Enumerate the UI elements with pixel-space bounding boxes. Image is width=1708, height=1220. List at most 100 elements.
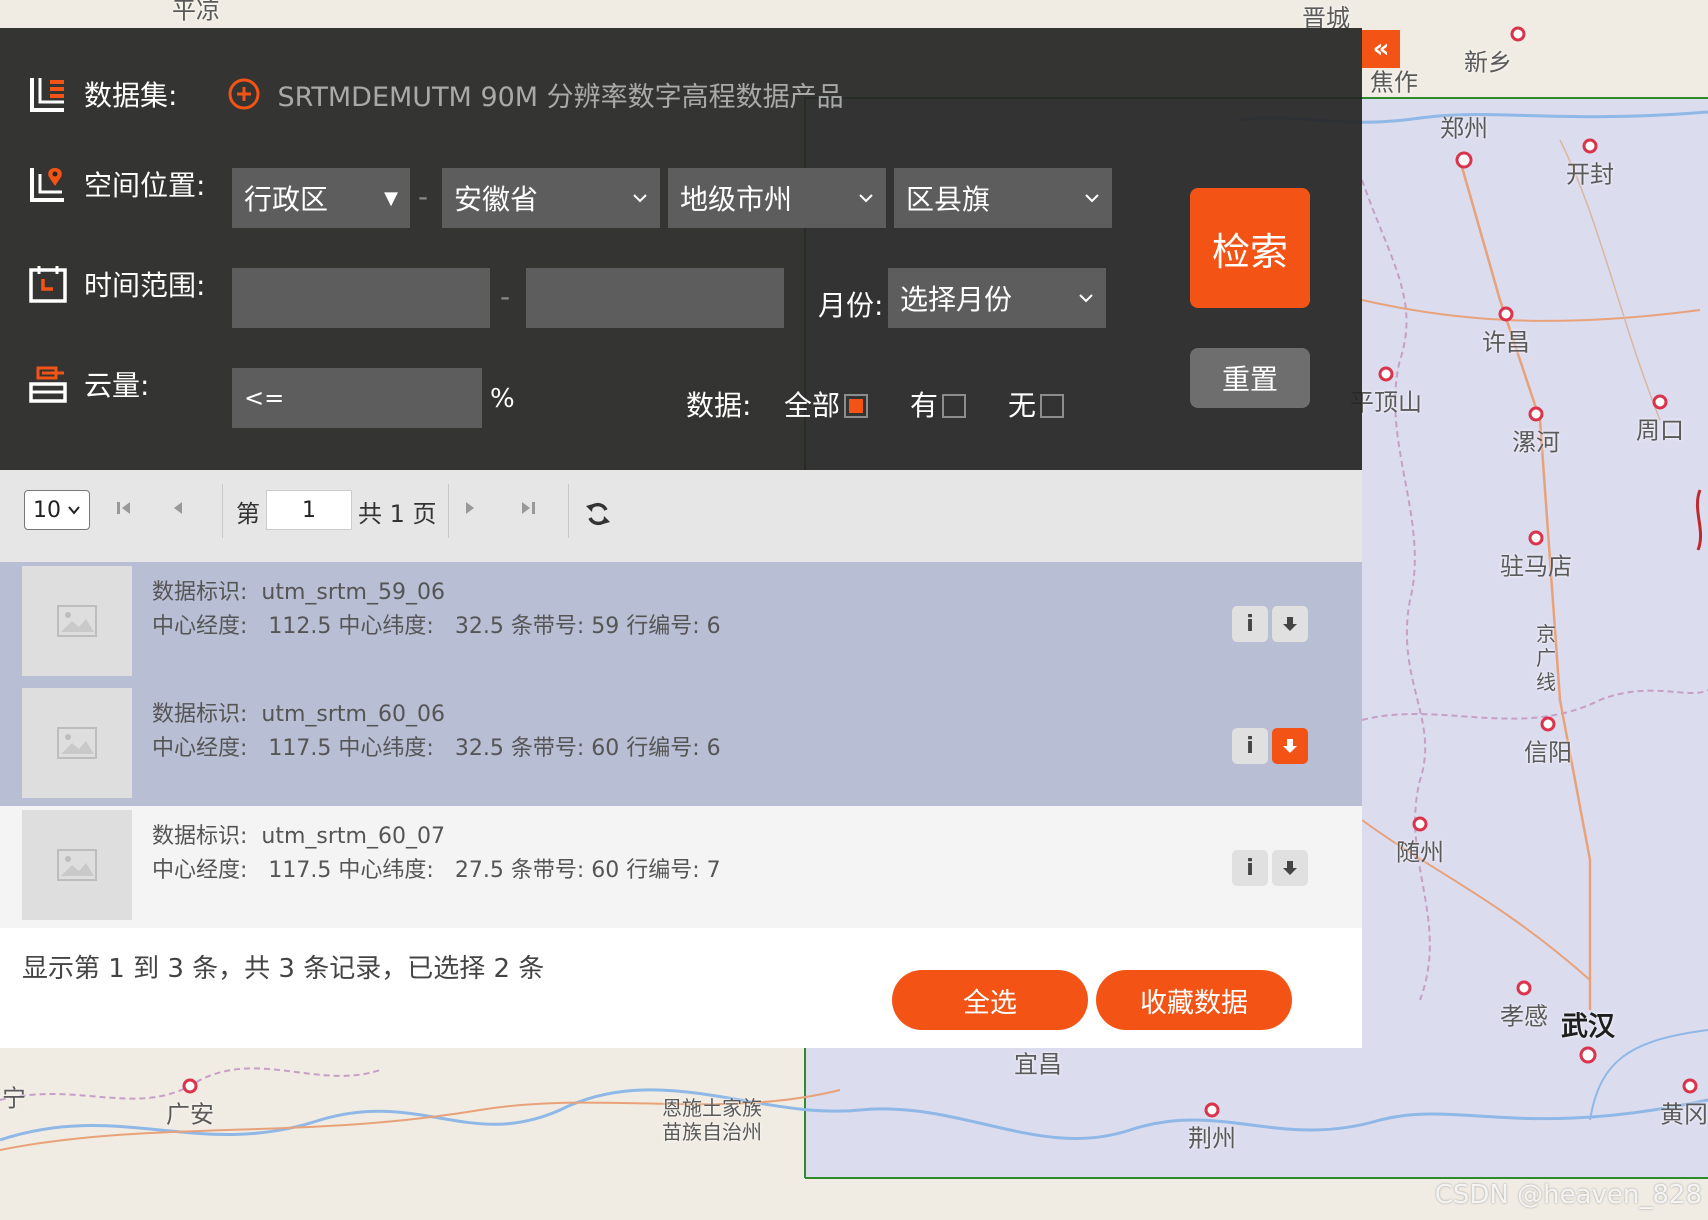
thumbnail	[22, 566, 132, 676]
map-label: 周口	[1636, 416, 1684, 445]
prev-page-icon[interactable]	[168, 498, 188, 518]
label-id: 数据标识:	[152, 702, 248, 727]
map-city-dot	[1412, 816, 1428, 832]
info-button[interactable]: i	[1232, 850, 1268, 886]
result-lon: 117.5	[268, 736, 332, 761]
time-end-input[interactable]	[526, 268, 784, 328]
dash-separator: -	[418, 180, 429, 213]
province-select[interactable]: 安徽省	[442, 168, 660, 228]
toolbar-divider	[568, 484, 569, 538]
label-band: 条带号:	[510, 614, 585, 639]
label-row: 行编号:	[626, 736, 700, 761]
calendar-icon	[29, 266, 67, 303]
cloud-row: 云量:	[28, 362, 149, 406]
info-button[interactable]: i	[1232, 606, 1268, 642]
page-size-select[interactable]: 10	[24, 490, 90, 530]
checkbox-unchecked[interactable]	[1040, 394, 1065, 418]
result-lat: 27.5	[454, 858, 504, 883]
collapse-panel-button[interactable]: «	[1362, 30, 1400, 68]
pagination-toolbar: 10 第 1 共 1 页	[0, 470, 1362, 563]
cloud-input[interactable]: <=	[232, 368, 482, 428]
result-lon: 112.5	[268, 614, 332, 639]
province-value: 安徽省	[454, 183, 539, 216]
data-filter-all-label: 全部	[784, 389, 841, 422]
time-start-input[interactable]	[232, 268, 490, 328]
result-rownum: 6	[706, 614, 721, 639]
download-button[interactable]	[1272, 728, 1308, 764]
info-icon: i	[1246, 855, 1254, 881]
map-label: 开封	[1566, 160, 1614, 189]
map-city-dot	[1528, 530, 1544, 546]
refresh-icon[interactable]	[584, 500, 612, 528]
watermark: CSDN @heaven_828	[1434, 1180, 1702, 1210]
page-number-input[interactable]: 1	[266, 490, 352, 530]
result-rownum: 6	[706, 736, 721, 761]
map-label: 孝感	[1500, 1002, 1548, 1031]
label-lon: 中心经度:	[152, 614, 248, 639]
data-filter-all[interactable]: 全部	[784, 384, 869, 424]
data-filter-have-label: 有	[910, 389, 939, 422]
collapse-icon: «	[1372, 34, 1390, 64]
cloud-unit: %	[490, 384, 515, 414]
download-button[interactable]	[1272, 850, 1308, 886]
result-lat: 32.5	[454, 736, 504, 761]
space-row: 空间位置:	[28, 162, 205, 206]
triangle-down-icon: ▼	[384, 187, 398, 209]
download-icon	[1283, 739, 1297, 753]
collect-data-button[interactable]: 收藏数据	[1096, 970, 1292, 1030]
download-button[interactable]	[1272, 606, 1308, 642]
data-filter-none[interactable]: 无	[1008, 384, 1065, 424]
add-circle-icon[interactable]	[227, 77, 261, 111]
map-city-dot	[1516, 980, 1532, 996]
result-row[interactable]: 数据标识: utm_srtm_60_06 中心经度: 117.5 中心纬度: 32…	[0, 684, 1362, 807]
label-band: 条带号:	[510, 858, 585, 883]
dataset-name[interactable]: SRTMDEMUTM 90M 分辨率数字高程数据产品	[277, 75, 843, 114]
checkbox-unchecked[interactable]	[942, 394, 967, 418]
select-all-button[interactable]: 全选	[892, 970, 1088, 1030]
checkbox-checked[interactable]	[844, 394, 869, 418]
results-status: 显示第 1 到 3 条，共 3 条记录，已选择 2 条	[22, 954, 545, 984]
result-lat: 32.5	[454, 614, 504, 639]
data-filter-have[interactable]: 有	[910, 384, 967, 424]
chevron-down-icon	[1085, 194, 1099, 203]
reset-button[interactable]: 重置	[1190, 348, 1310, 408]
map-label: 漯河	[1512, 428, 1560, 457]
next-page-icon[interactable]	[460, 498, 480, 518]
map-label: 荆州	[1188, 1124, 1236, 1153]
label-lon: 中心经度:	[152, 858, 248, 883]
map-city-dot	[1582, 138, 1598, 154]
month-select[interactable]: 选择月份	[888, 268, 1106, 328]
map-label: 宜昌	[1014, 1050, 1062, 1079]
map-label: 恩施土家族 苗族自治州	[662, 1096, 762, 1144]
toolbar-divider	[222, 484, 223, 538]
dash-separator: -	[500, 280, 511, 313]
region-type-select[interactable]: 行政区 ▼	[232, 168, 410, 228]
label-lat: 中心纬度:	[338, 736, 434, 761]
info-button[interactable]: i	[1232, 728, 1268, 764]
cloud-label: 云量:	[84, 369, 150, 402]
image-placeholder-icon	[57, 849, 97, 881]
map-label: 信阳	[1524, 738, 1572, 767]
label-id: 数据标识:	[152, 824, 248, 849]
result-band: 60	[591, 736, 620, 761]
chevron-down-icon	[633, 194, 647, 203]
last-page-icon[interactable]	[518, 498, 538, 518]
result-row[interactable]: 数据标识: utm_srtm_60_07 中心经度: 117.5 中心纬度: 27…	[0, 806, 1362, 929]
map-label-zhengzhou: 郑州	[1440, 114, 1488, 143]
county-select[interactable]: 区县旗	[894, 168, 1112, 228]
search-button[interactable]: 检索	[1190, 188, 1310, 308]
thumbnail	[22, 688, 132, 798]
map-city-dot	[1579, 1046, 1597, 1064]
result-id-line: 数据标识: utm_srtm_60_07	[152, 818, 445, 850]
result-row[interactable]: 数据标识: utm_srtm_59_06 中心经度: 112.5 中心纬度: 32…	[0, 562, 1362, 685]
results-panel: 10 第 1 共 1 页 数据标识: utm_srtm_59_06 中心经度: …	[0, 470, 1362, 1048]
time-row: 时间范围:	[28, 262, 205, 306]
result-id-line: 数据标识: utm_srtm_59_06	[152, 574, 445, 606]
map-label: 黄冈	[1660, 1100, 1708, 1129]
map-label: 随州	[1396, 838, 1444, 867]
city-select[interactable]: 地级市州	[668, 168, 886, 228]
first-page-icon[interactable]	[114, 498, 134, 518]
info-icon: i	[1246, 611, 1254, 637]
region-type-value: 行政区	[244, 183, 329, 216]
result-lon: 117.5	[268, 858, 332, 883]
